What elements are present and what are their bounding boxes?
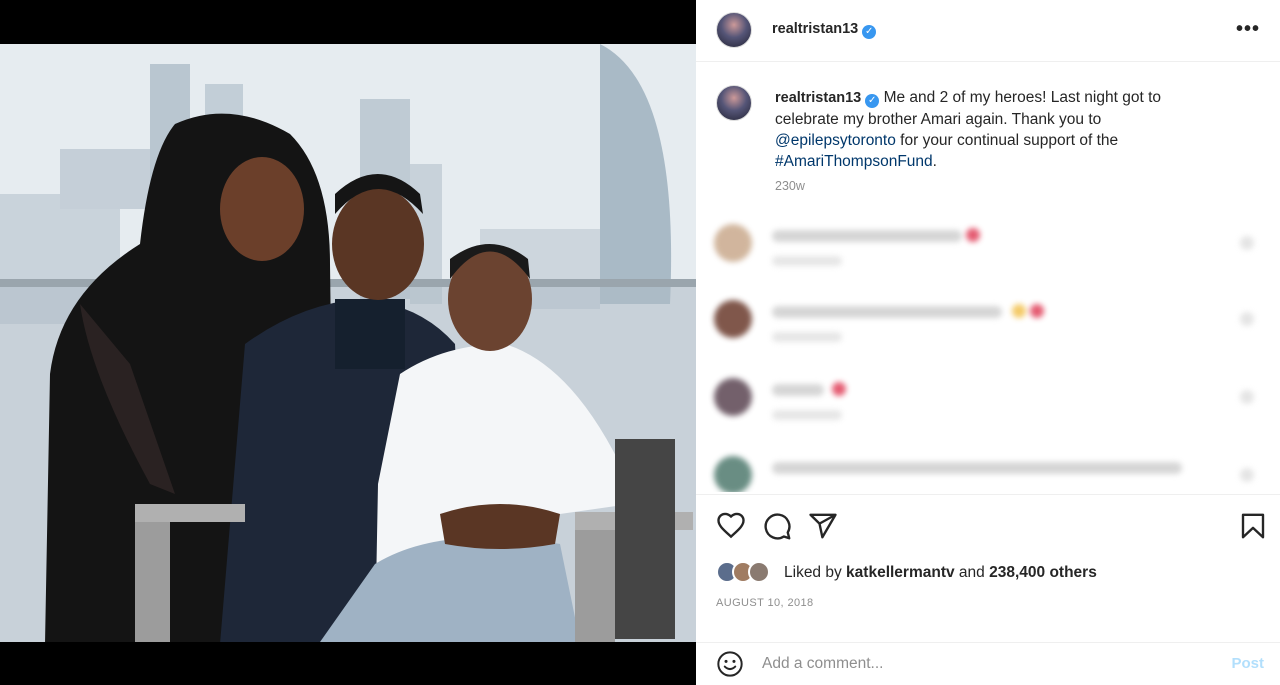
comment-item[interactable] <box>714 300 1254 360</box>
comment-icon[interactable] <box>762 511 792 541</box>
comment-like-icon[interactable] <box>1240 312 1254 326</box>
comment-avatar[interactable] <box>714 300 752 338</box>
comment-like-icon[interactable] <box>1240 390 1254 404</box>
author-avatar[interactable] <box>716 12 752 48</box>
comment-item[interactable] <box>714 456 1254 492</box>
post-header: realtristan13 ✓ ••• <box>696 0 1280 62</box>
verified-badge-icon: ✓ <box>862 25 877 39</box>
comment-avatar[interactable] <box>714 378 752 416</box>
comment-item[interactable] <box>714 224 1254 284</box>
caption-comment: realtristan13 ✓ Me and 2 of my heroes! La… <box>696 67 1280 207</box>
comment-avatar[interactable] <box>714 224 752 262</box>
hashtag-link[interactable]: #AmariThompsonFund <box>775 153 933 170</box>
comment-like-icon[interactable] <box>1240 236 1254 250</box>
caption-author-username[interactable]: realtristan13 <box>775 90 861 106</box>
post-media[interactable] <box>0 0 696 685</box>
heart-emoji-icon <box>966 228 980 242</box>
liker-username[interactable]: katkellermantv <box>846 564 955 581</box>
post-date[interactable]: AUGUST 10, 2018 <box>716 597 814 609</box>
add-comment-bar: Post <box>696 642 1280 685</box>
likes-prefix: Liked by <box>784 564 842 581</box>
liker-avatar[interactable] <box>748 561 770 583</box>
likes-joiner: and <box>958 564 985 581</box>
more-options-icon[interactable]: ••• <box>1236 18 1260 41</box>
heart-emoji-icon <box>1030 304 1044 318</box>
post-button[interactable]: Post <box>1231 655 1264 672</box>
comment-text-blurred <box>772 230 962 242</box>
author-username[interactable]: realtristan13 ✓ <box>772 21 877 39</box>
caption-author-avatar[interactable] <box>716 85 752 121</box>
caption-timestamp[interactable]: 230w <box>775 179 805 193</box>
comment-item[interactable] <box>714 378 1254 438</box>
caption-text: realtristan13 ✓ Me and 2 of my heroes! La… <box>775 87 1215 172</box>
comment-input[interactable] <box>762 652 1182 676</box>
share-icon[interactable] <box>808 511 838 541</box>
author-username-text[interactable]: realtristan13 <box>772 21 858 37</box>
comment-text-blurred <box>772 306 1002 318</box>
comment-meta-blurred <box>772 410 842 420</box>
emoji-icon[interactable] <box>716 650 744 678</box>
likes-count[interactable]: Liked by katkellermantv and 238,400 othe… <box>784 564 1097 582</box>
post-actions: Liked by katkellermantv and 238,400 othe… <box>696 494 1280 644</box>
mention-link[interactable]: @epilepsytoronto <box>775 132 896 149</box>
comment-meta-blurred <box>772 256 842 266</box>
bookmark-icon[interactable] <box>1238 511 1268 541</box>
heart-icon[interactable] <box>716 511 746 541</box>
comment-text-blurred <box>772 384 824 396</box>
caption-body-3: . <box>932 153 937 170</box>
caption-verified-badge-icon: ✓ <box>865 94 880 108</box>
caption-body-2: for your continual support of the <box>900 132 1119 149</box>
comment-avatar[interactable] <box>714 456 752 492</box>
heart-emoji-icon <box>832 382 846 396</box>
photo-illustration <box>0 44 696 642</box>
comment-text-blurred <box>772 462 1182 474</box>
comment-like-icon[interactable] <box>1240 468 1254 482</box>
comments-list[interactable] <box>696 212 1280 492</box>
emoji-icon <box>1012 304 1026 318</box>
post-photo[interactable] <box>0 44 696 642</box>
post-panel: realtristan13 ✓ ••• realtristan13 ✓ Me and… <box>696 0 1280 685</box>
likes-others[interactable]: 238,400 others <box>989 564 1097 581</box>
comment-meta-blurred <box>772 332 842 342</box>
